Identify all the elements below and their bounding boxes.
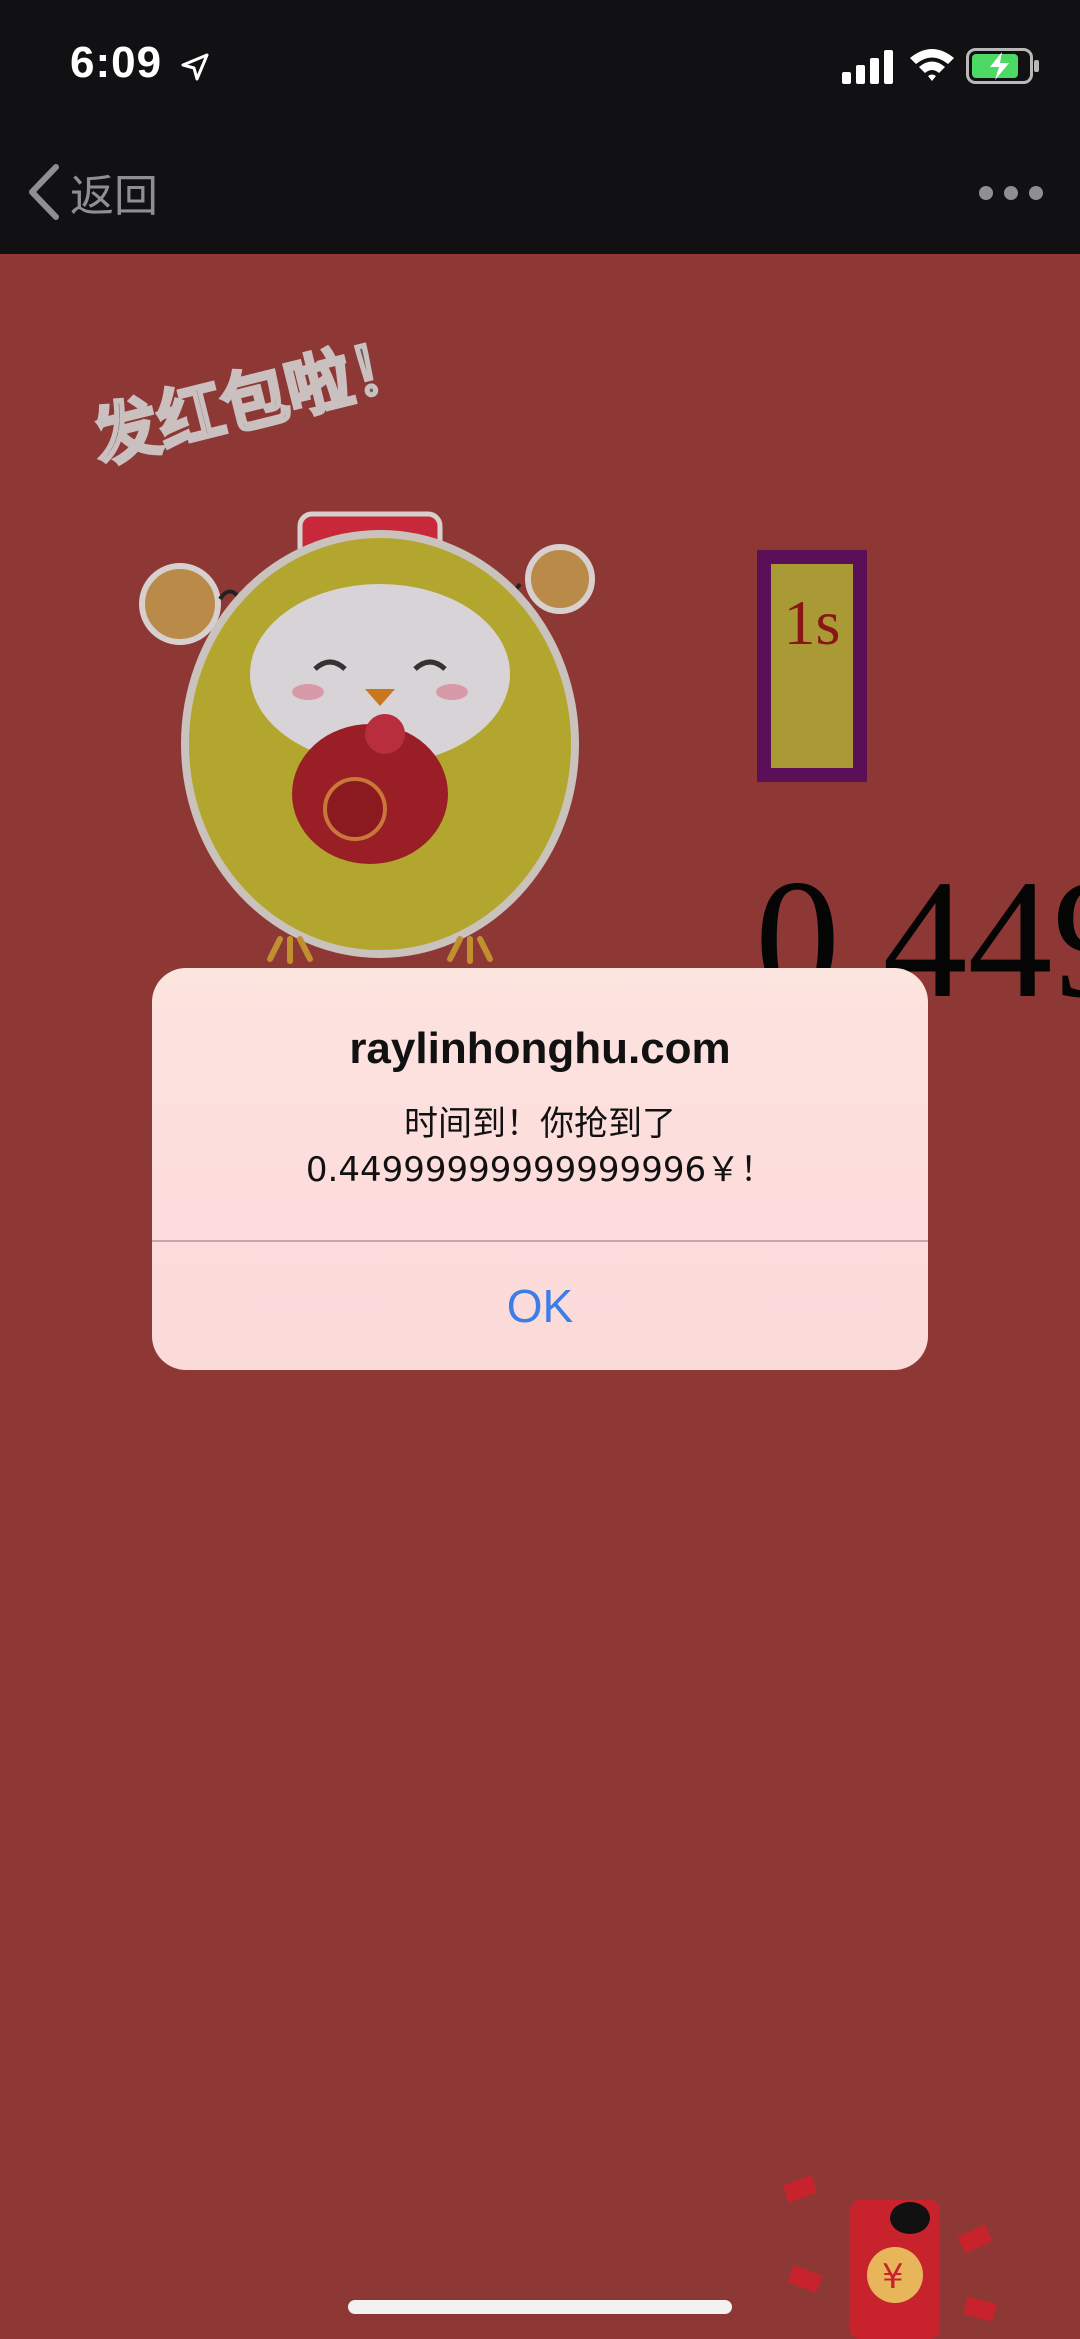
screen: 6:09 返回 发红包啦！ 1s 0.44 ¥ raylinhonghu.com… [0,0,1080,2339]
nav-bar: 返回 [0,132,1080,254]
red-envelope-mascot-image: 发红包啦！ [84,322,595,964]
banner-text: 发红包啦！ [85,323,424,478]
alert-message-line-1: 时间到！你抢到了 [404,1104,676,1144]
timer-text: 1s [771,564,853,768]
alert-ok-button[interactable]: OK [152,1242,928,1370]
alert-title: raylinhonghu.com [349,1024,731,1073]
countdown-timer: 1s [757,550,867,782]
chevron-left-icon [29,164,59,220]
alert-dialog: raylinhonghu.com 时间到！你抢到了 0.449999999999… [152,968,928,1370]
status-bar: 6:09 [0,0,1080,132]
cellular-signal-icon [842,50,893,84]
back-label: 返回 [70,171,158,222]
home-indicator[interactable] [348,2300,732,2314]
battery-charging-icon [966,48,1039,84]
svg-text:¥: ¥ [882,2257,904,2297]
red-envelope-robot-image: ¥ [782,2175,997,2339]
wifi-icon [910,49,954,81]
alert-message-line-2: 0.44999999999999996￥！ [305,1150,775,1190]
status-time: 6:09 [70,38,163,87]
more-options-icon[interactable] [976,168,1046,218]
back-button[interactable]: 返回 [24,156,158,228]
location-arrow-icon [181,53,209,81]
